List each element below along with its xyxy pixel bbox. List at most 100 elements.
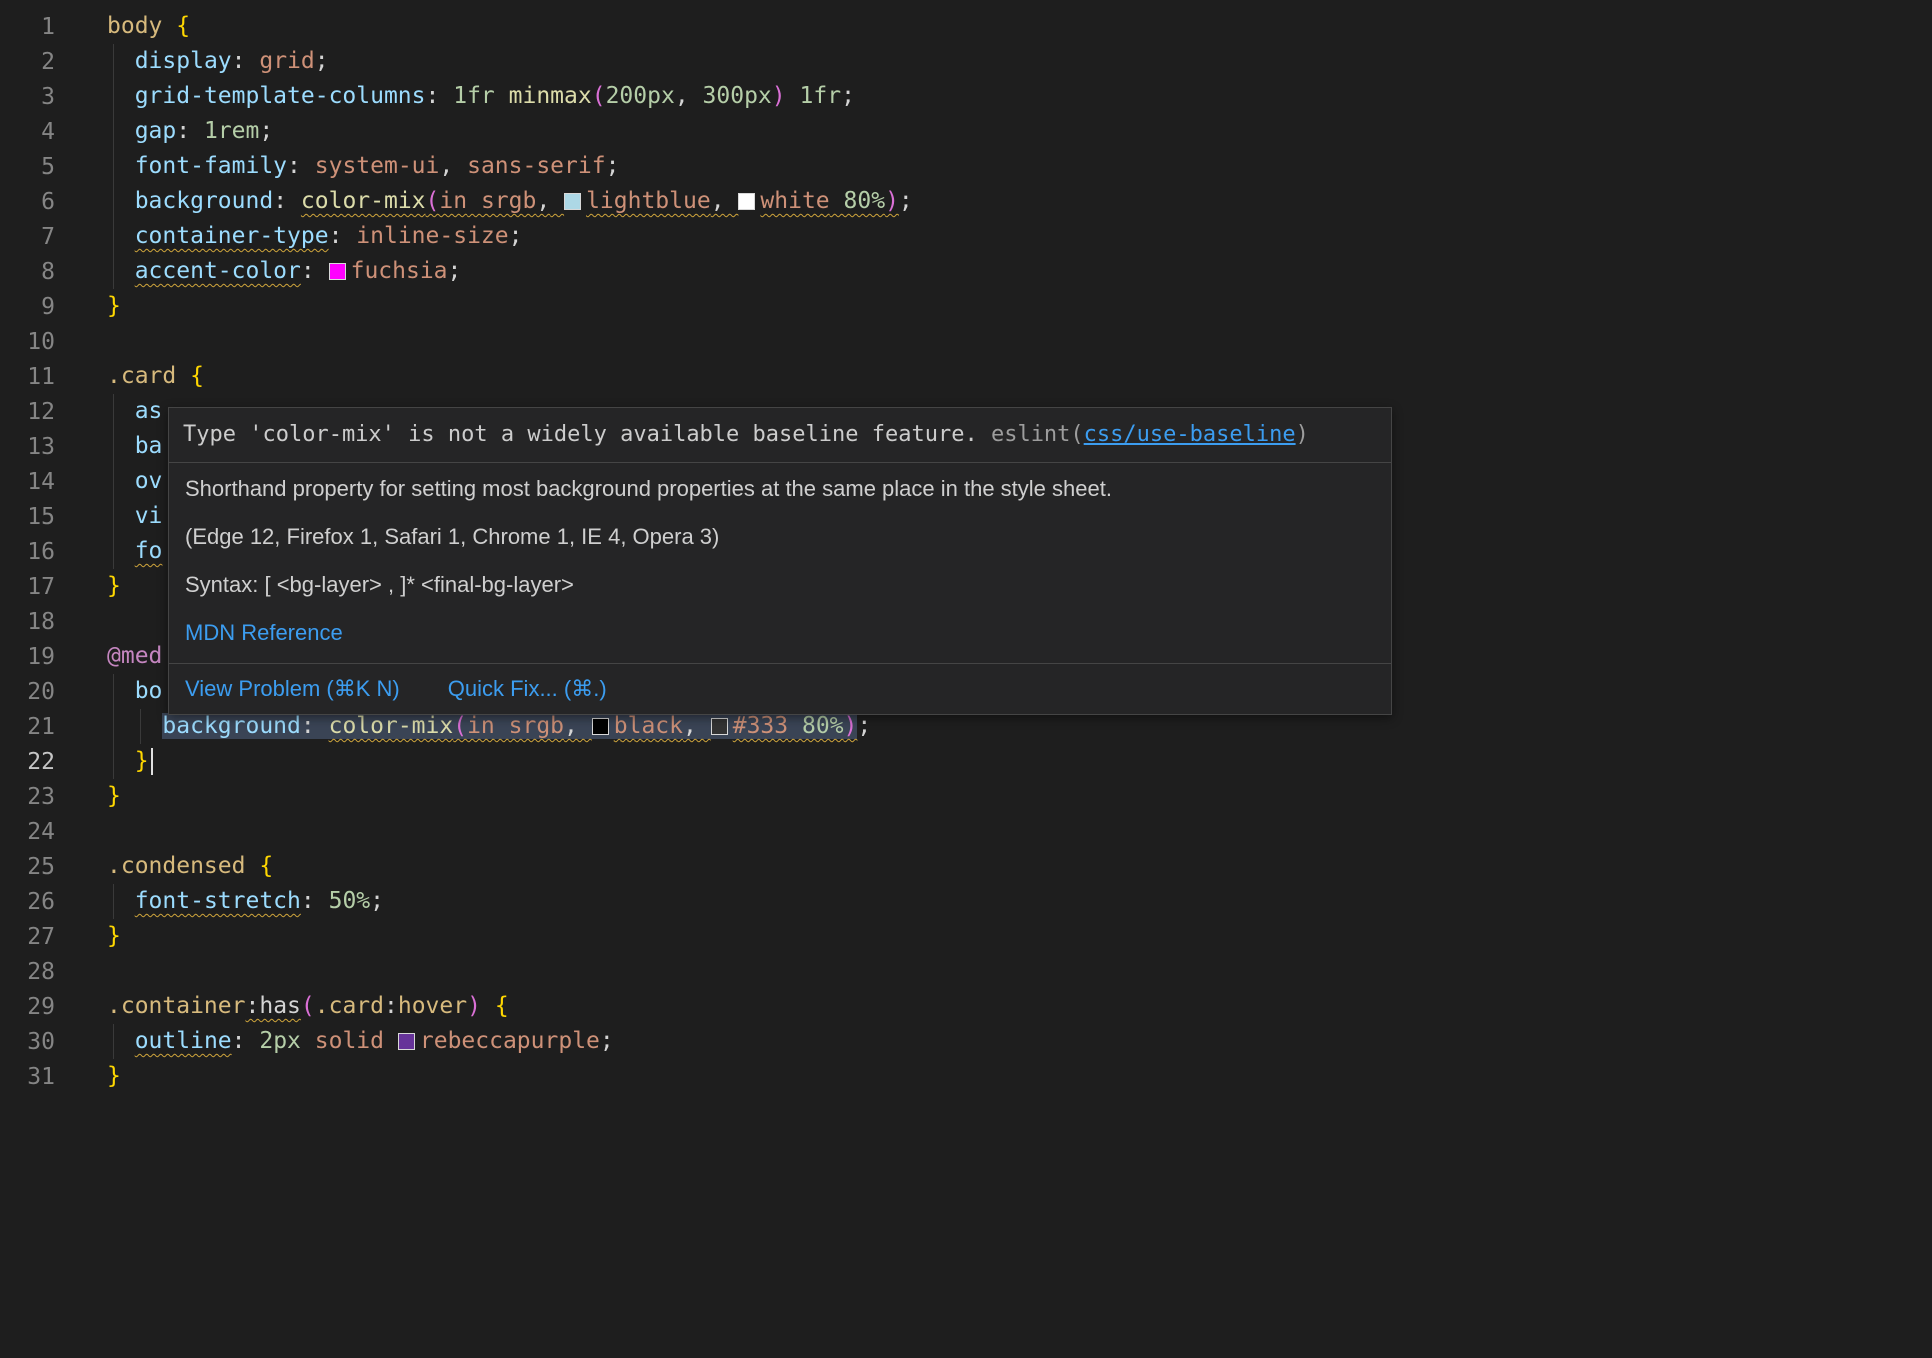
code-text[interactable]: .condensed {: [107, 849, 273, 884]
code-token: 1fr: [800, 83, 842, 109]
browser-support: (Edge 12, Firefox 1, Safari 1, Chrome 1,…: [185, 523, 1375, 551]
code-token: ov: [135, 468, 163, 494]
code-text[interactable]: as: [107, 394, 162, 429]
code-token: [107, 153, 135, 179]
line-number: 22: [0, 749, 55, 775]
code-token: ;: [509, 223, 523, 249]
code-token: 50%: [329, 888, 371, 914]
color-swatch[interactable]: [711, 718, 728, 735]
line-number: 11: [0, 364, 55, 390]
code-token: ,: [711, 188, 725, 214]
code-line[interactable]: 31}: [0, 1059, 1932, 1094]
code-line[interactable]: 2 display: grid;: [0, 44, 1932, 79]
diagnostic-rule-link[interactable]: css/use-baseline: [1084, 422, 1296, 447]
code-line[interactable]: 28: [0, 954, 1932, 989]
line-number: 20: [0, 679, 55, 705]
line-number: 14: [0, 469, 55, 495]
code-line[interactable]: 27}: [0, 919, 1932, 954]
indent-guide: [113, 149, 114, 184]
code-token: [287, 188, 301, 214]
code-line[interactable]: 1body {: [0, 9, 1932, 44]
line-number: 7: [0, 224, 55, 250]
code-line[interactable]: 6 background: color-mix(in srgb, lightbl…: [0, 184, 1932, 219]
color-swatch[interactable]: [329, 263, 346, 280]
diagnostic-text: Type 'color-mix' is not a widely availab…: [183, 422, 991, 447]
code-text[interactable]: accent-color: fuchsia;: [107, 254, 461, 289]
code-text[interactable]: bo: [107, 674, 162, 709]
code-text[interactable]: outline: 2px solid rebeccapurple;: [107, 1024, 614, 1059]
code-line[interactable]: 24: [0, 814, 1932, 849]
code-text[interactable]: display: grid;: [107, 44, 329, 79]
code-token: [453, 153, 467, 179]
property-docs: Shorthand property for setting most back…: [169, 463, 1391, 663]
view-problem-action[interactable]: View Problem (⌘K N): [185, 675, 400, 703]
code-line[interactable]: 25.condensed {: [0, 849, 1932, 884]
code-text[interactable]: }: [107, 744, 153, 779]
code-line[interactable]: 8 accent-color: fuchsia;: [0, 254, 1932, 289]
code-line[interactable]: 29.container:has(.card:hover) {: [0, 989, 1932, 1024]
code-text[interactable]: @med: [107, 639, 162, 674]
code-token: white: [738, 188, 829, 214]
color-swatch[interactable]: [592, 718, 609, 735]
code-token: [439, 83, 453, 109]
indent-guide: [113, 744, 114, 779]
code-line[interactable]: 9}: [0, 289, 1932, 324]
code-token: [190, 118, 204, 144]
code-token: [162, 13, 176, 39]
code-text[interactable]: }: [107, 919, 121, 954]
code-line[interactable]: 10: [0, 324, 1932, 359]
code-text[interactable]: }: [107, 779, 121, 814]
code-token: [315, 888, 329, 914]
code-token: fo: [135, 538, 163, 564]
code-text[interactable]: }: [107, 569, 121, 604]
code-text[interactable]: background: color-mix(in srgb, lightblue…: [107, 184, 913, 219]
code-text[interactable]: fo: [107, 534, 162, 569]
code-text[interactable]: gap: 1rem;: [107, 114, 273, 149]
code-line[interactable]: 11 .card {: [0, 359, 1932, 394]
code-token: 80%: [844, 188, 886, 214]
code-text[interactable]: }: [107, 289, 121, 324]
code-token: :: [273, 188, 287, 214]
mdn-reference-link[interactable]: MDN Reference: [185, 620, 343, 645]
color-swatch[interactable]: [738, 193, 755, 210]
code-text[interactable]: ba: [107, 429, 162, 464]
code-token: grid: [259, 48, 314, 74]
code-token: [107, 48, 135, 74]
color-swatch[interactable]: [564, 193, 581, 210]
code-line[interactable]: 5 font-family: system-ui, sans-serif;: [0, 149, 1932, 184]
code-text[interactable]: font-family: system-ui, sans-serif;: [107, 149, 619, 184]
code-text[interactable]: .card {: [107, 359, 204, 394]
code-token: }: [107, 923, 121, 949]
code-text[interactable]: font-stretch: 50%;: [107, 884, 384, 919]
code-token: :: [287, 153, 301, 179]
code-text[interactable]: container-type: inline-size;: [107, 219, 522, 254]
code-token: vi: [135, 503, 163, 529]
code-token: :: [245, 993, 259, 1019]
code-token: :: [384, 993, 398, 1019]
code-text[interactable]: vi: [107, 499, 162, 534]
code-token: [107, 713, 162, 739]
code-token: [107, 433, 135, 459]
code-token: ): [844, 713, 858, 739]
code-token: font-stretch: [135, 888, 301, 914]
code-text[interactable]: ov: [107, 464, 162, 499]
color-swatch[interactable]: [398, 1033, 415, 1050]
code-line[interactable]: 7 container-type: inline-size;: [0, 219, 1932, 254]
code-token: 1fr: [453, 83, 495, 109]
code-text[interactable]: .container:has(.card:hover) {: [107, 989, 509, 1024]
code-line[interactable]: 26 font-stretch: 50%;: [0, 884, 1932, 919]
code-token: [107, 258, 135, 284]
code-token: ,: [683, 713, 697, 739]
code-editor[interactable]: 1body {2 display: grid;3 grid-template-c…: [0, 0, 1932, 1358]
code-text[interactable]: }: [107, 1059, 121, 1094]
code-line[interactable]: 22 }: [0, 744, 1932, 779]
code-line[interactable]: 3 grid-template-columns: 1fr minmax(200p…: [0, 79, 1932, 114]
code-token: :: [426, 83, 440, 109]
code-line[interactable]: 23}: [0, 779, 1932, 814]
code-line[interactable]: 30 outline: 2px solid rebeccapurple;: [0, 1024, 1932, 1059]
quick-fix-action[interactable]: Quick Fix... (⌘.): [448, 675, 607, 703]
code-text[interactable]: grid-template-columns: 1fr minmax(200px,…: [107, 79, 855, 114]
code-token: solid: [315, 1028, 384, 1054]
code-text[interactable]: body {: [107, 9, 190, 44]
code-line[interactable]: 4 gap: 1rem;: [0, 114, 1932, 149]
